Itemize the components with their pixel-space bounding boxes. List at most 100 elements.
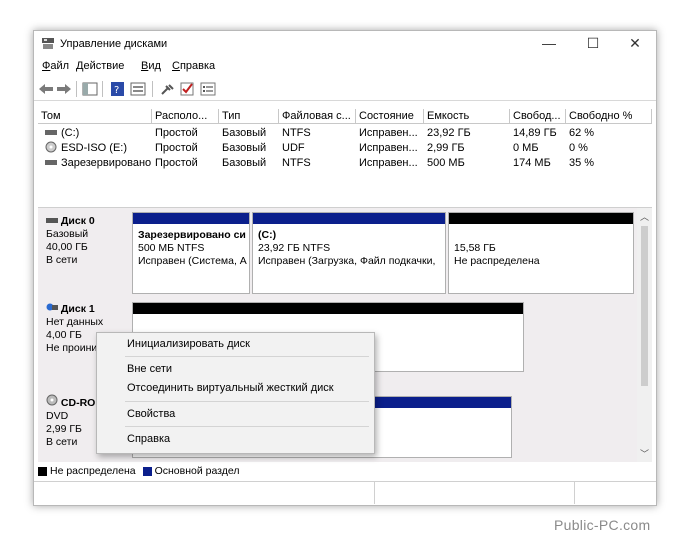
- menu-item-offline[interactable]: Вне сети: [127, 361, 172, 377]
- disk-name: Диск 1: [60, 303, 95, 315]
- panel-icon[interactable]: [82, 82, 98, 96]
- volume-type: Базовый: [222, 127, 267, 139]
- volume-type: Базовый: [222, 142, 267, 154]
- legend-item-primary: Основной раздел: [142, 465, 240, 477]
- menu-view[interactable]: Вид: [141, 60, 161, 72]
- volume-free-space: 0 МБ: [513, 142, 539, 154]
- menu-item-help[interactable]: Справка: [127, 431, 170, 447]
- watermark: Public-PC.com: [554, 517, 651, 533]
- partition-size: 23,92 ГБ NTFS: [258, 242, 331, 254]
- volume-status: Исправен...: [359, 157, 418, 169]
- status-bar: [34, 481, 656, 504]
- volume-filesystem: NTFS: [282, 127, 311, 139]
- status-cell: [374, 482, 575, 504]
- disk-pane-scrollbar[interactable]: ︿ ﹀: [637, 208, 652, 462]
- forward-icon[interactable]: [56, 82, 72, 96]
- legend: Не распределена Основной раздел: [38, 463, 652, 479]
- connect-icon[interactable]: [160, 82, 176, 96]
- column-header-status[interactable]: Состояние: [356, 109, 424, 124]
- menu-help[interactable]: Справка: [172, 60, 215, 72]
- volume-name: (C:): [61, 127, 80, 139]
- check-icon[interactable]: [180, 82, 196, 96]
- svg-text:?: ?: [114, 85, 119, 96]
- volume-row[interactable]: ESD-ISO (E:) Простой Базовый UDF Исправе…: [38, 141, 652, 155]
- volume-layout: Простой: [155, 157, 198, 169]
- volume-list-header: Том Располо... Тип Файловая с... Состоян…: [38, 109, 652, 125]
- back-icon[interactable]: [38, 82, 54, 96]
- disk-management-app-icon: [42, 38, 54, 49]
- disk-name: Диск 0: [60, 215, 95, 227]
- disk-name: CD-RO: [60, 397, 96, 409]
- column-header-volume[interactable]: Том: [38, 109, 152, 124]
- disk-type: Нет данных: [46, 316, 104, 328]
- toolbar-separator: [76, 81, 77, 97]
- partition-status: Исправен (Система, А: [138, 255, 247, 267]
- partition-reserved[interactable]: Зарезервировано си 500 МБ NTFS Исправен …: [132, 212, 250, 294]
- menu-action[interactable]: Действие: [76, 60, 124, 72]
- minimize-button[interactable]: —: [528, 31, 570, 57]
- scrollbar-thumb[interactable]: [641, 226, 648, 386]
- close-button[interactable]: ✕: [614, 31, 656, 57]
- column-header-free-space[interactable]: Свобод...: [510, 109, 566, 124]
- disk-status: В сети: [46, 254, 78, 266]
- disk-0-label[interactable]: Диск 0 Базовый 40,00 ГБ В сети: [40, 212, 131, 296]
- partition-size: 500 МБ NTFS: [138, 242, 205, 254]
- properties-icon[interactable]: [130, 82, 146, 96]
- volume-free-percent: 62 %: [569, 127, 595, 139]
- disk-size: 40,00 ГБ: [46, 241, 88, 253]
- column-header-type[interactable]: Тип: [219, 109, 279, 124]
- list-icon[interactable]: [200, 82, 216, 96]
- legend-swatch: [38, 466, 47, 476]
- volume-capacity: 500 МБ: [427, 157, 465, 169]
- volume-layout: Простой: [155, 142, 198, 154]
- partition-unallocated[interactable]: 15,58 ГБ Не распределена: [448, 212, 634, 294]
- menu-item-initialize-disk[interactable]: Инициализировать диск: [127, 336, 250, 352]
- menu-item-properties[interactable]: Свойства: [127, 406, 175, 422]
- column-header-free-percent[interactable]: Свободно %: [566, 109, 652, 124]
- volume-free-space: 14,89 ГБ: [513, 127, 557, 139]
- partition-status: Исправен (Загрузка, Файл подкачки,: [258, 255, 436, 267]
- window-title: Управление дисками: [60, 38, 168, 50]
- maximize-button[interactable]: ☐: [572, 31, 614, 57]
- volume-free-space: 174 МБ: [513, 157, 551, 169]
- menu-file[interactable]: Файл: [42, 60, 69, 72]
- volume-free-percent: 35 %: [569, 157, 595, 169]
- partition-bar: [133, 213, 249, 224]
- partition-bar: [449, 213, 633, 224]
- menu-bar: Файл Действие Вид Справка: [34, 58, 656, 76]
- scroll-down-icon[interactable]: ﹀: [640, 447, 649, 460]
- volume-row[interactable]: Зарезервировано... Простой Базовый NTFS …: [38, 156, 652, 170]
- volume-capacity: 2,99 ГБ: [427, 142, 465, 154]
- partition-size: 15,58 ГБ: [454, 242, 496, 254]
- volume-free-percent: 0 %: [569, 142, 588, 154]
- menu-separator: [125, 356, 369, 357]
- menu-separator: [125, 401, 369, 402]
- partition-title: (C:): [258, 229, 277, 241]
- menu-item-detach-vhd[interactable]: Отсоединить виртуальный жесткий диск: [127, 380, 334, 396]
- disk-type: Базовый: [46, 228, 89, 240]
- cdrom-icon: [46, 394, 58, 406]
- volume-row[interactable]: (C:) Простой Базовый NTFS Исправен... 23…: [38, 126, 652, 140]
- volume-filesystem: UDF: [282, 142, 305, 154]
- toolbar-separator: [152, 81, 153, 97]
- help-icon[interactable]: ?: [110, 82, 126, 96]
- partition-title: Зарезервировано си: [138, 229, 246, 241]
- scroll-up-icon[interactable]: ︿: [640, 210, 649, 223]
- toolbar-separator: [102, 81, 103, 97]
- title-bar: Управление дисками — ☐ ✕: [34, 31, 656, 57]
- partition-c-drive[interactable]: (C:) 23,92 ГБ NTFS Исправен (Загрузка, Ф…: [252, 212, 446, 294]
- volume-name: ESD-ISO (E:): [61, 142, 128, 154]
- disk-icon: [46, 218, 58, 223]
- volume-status: Исправен...: [359, 142, 418, 154]
- partition-status: Не распределена: [454, 255, 540, 267]
- volume-type: Базовый: [222, 157, 267, 169]
- volume-filesystem: NTFS: [282, 157, 311, 169]
- column-header-capacity[interactable]: Емкость: [424, 109, 510, 124]
- toolbar: ?: [34, 78, 656, 101]
- column-header-layout[interactable]: Располо...: [152, 109, 219, 124]
- legend-swatch: [142, 466, 152, 476]
- virtual-disk-icon: [46, 303, 58, 311]
- legend-item-unallocated: Не распределена: [38, 465, 136, 477]
- column-header-filesystem[interactable]: Файловая с...: [279, 109, 356, 124]
- volume-name: Зарезервировано...: [61, 157, 152, 169]
